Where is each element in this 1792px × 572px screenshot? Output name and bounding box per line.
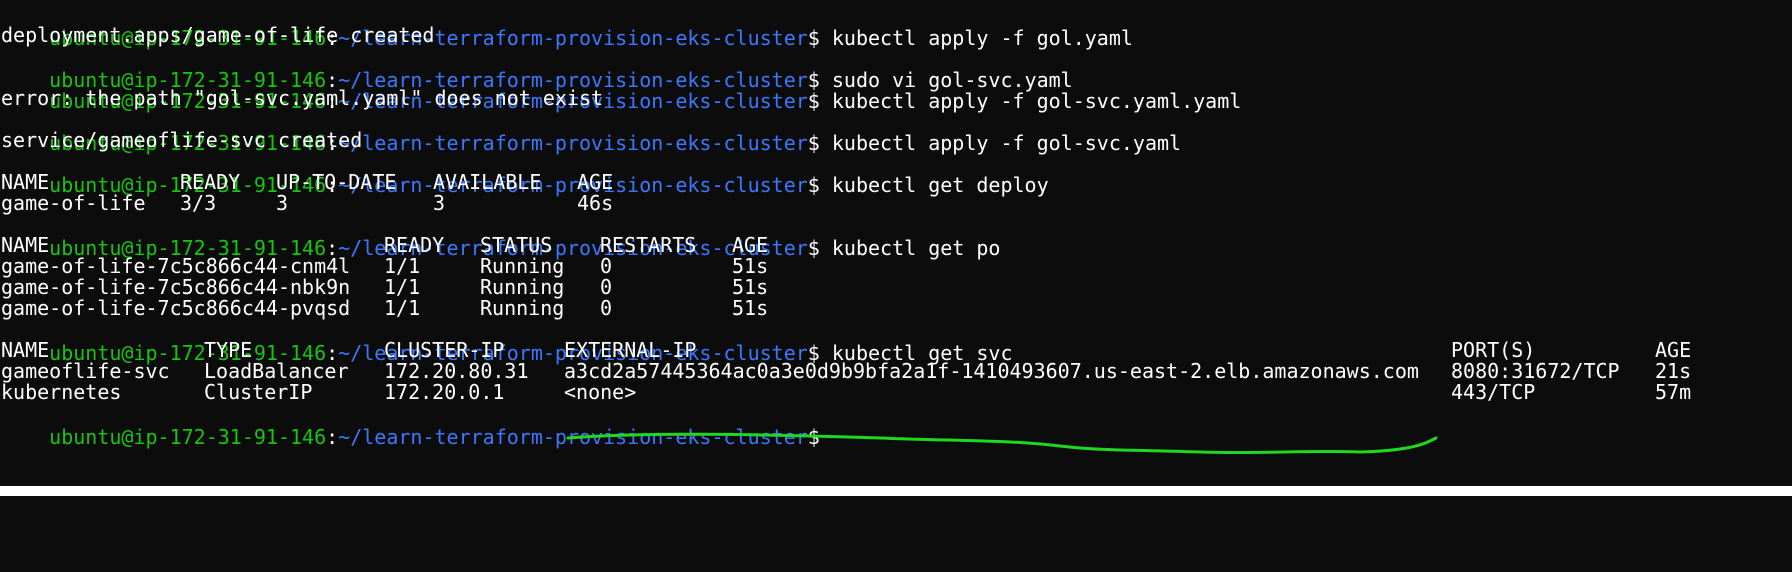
terminal-window[interactable]: ubuntu@ip-172-31-91-146:~/learn-terrafor… bbox=[0, 0, 1792, 486]
prompt-path: ~/learn-terraform-provision-eks-cluster bbox=[338, 425, 808, 449]
bottom-border bbox=[0, 486, 1792, 496]
command-text: kubectl get deploy bbox=[831, 173, 1049, 197]
prompt-user-host: ubuntu@ip-172-31-91-146 bbox=[49, 425, 327, 449]
command-text: kubectl get po bbox=[831, 236, 1001, 260]
prompt-line[interactable]: ubuntu@ip-172-31-91-146:~/learn-terrafor… bbox=[1, 401, 820, 449]
